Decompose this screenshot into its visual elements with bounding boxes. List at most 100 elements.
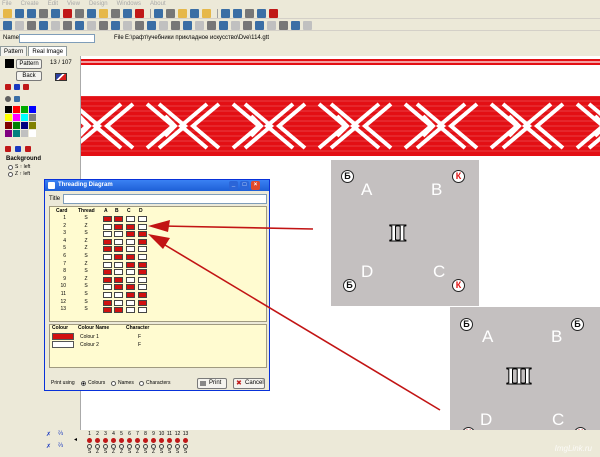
tool-icon-10[interactable] [111,20,120,30]
strip-thread-letter[interactable]: S [86,449,93,455]
palette-color-10[interactable] [13,122,20,129]
palette-icon[interactable] [14,96,20,102]
hole-b[interactable] [114,261,123,268]
hole-b[interactable] [114,269,123,276]
opt-colours-radio[interactable] [81,380,86,386]
tool-icon-24[interactable] [279,20,288,30]
strip-colour-dot[interactable] [103,438,108,443]
hole-a[interactable] [103,292,112,298]
hole-a[interactable] [103,299,112,306]
palette-color-13[interactable] [5,130,12,137]
cancel-button[interactable]: ✖ Cancel [233,378,265,389]
swap-blue-icon[interactable] [14,84,20,90]
hole-c[interactable] [126,254,135,260]
strip-thread-letter[interactable]: S [158,449,165,455]
hole-a[interactable] [103,216,112,222]
hole-d[interactable] [138,284,147,291]
swap-red-icon[interactable] [5,84,11,90]
strip-thread-letter[interactable]: Z [118,449,125,455]
hole-d[interactable] [138,261,147,268]
hole-a[interactable] [103,238,112,245]
strip-colour-dot[interactable] [175,438,180,443]
print-icon[interactable] [51,8,60,18]
palette-color-8[interactable] [29,114,36,121]
back-button[interactable]: Back [16,71,42,81]
flag-icon[interactable] [202,8,211,18]
undo-icon[interactable] [111,8,120,18]
hole-b[interactable] [114,276,123,283]
flag-icon[interactable] [55,73,67,81]
radio-z-left[interactable]: Z ↑ left [8,171,30,177]
hole-d[interactable] [138,307,147,314]
menu-item-edit[interactable]: Edit [48,0,58,8]
new-icon[interactable] [3,8,12,18]
help-icon[interactable] [233,8,242,18]
palette-color-3[interactable] [21,106,28,113]
menu-item-file[interactable]: File [2,0,12,8]
hole-d[interactable] [138,231,147,238]
tool-icon-7[interactable] [75,20,84,30]
cut-icon[interactable] [63,8,72,18]
tool-icon-4[interactable] [39,20,48,30]
hole-c[interactable] [126,246,135,253]
palette-color-12[interactable] [29,122,36,129]
print-button[interactable]: Print [197,378,227,389]
hole-c[interactable] [126,231,135,238]
palette-color-6[interactable] [13,114,20,121]
palette-color-9[interactable] [5,122,12,129]
opt-names[interactable]: Names [111,380,134,386]
radio-z-left-dot[interactable] [8,171,13,177]
tool-icon-1[interactable] [3,20,12,30]
menu-item-windows[interactable]: Windows [117,0,141,8]
tool-icon-9[interactable] [99,20,108,30]
hole-d[interactable] [138,246,147,253]
close-icon[interactable]: × [251,181,260,190]
radio-s-left[interactable]: S ↑ left [8,164,30,170]
title-input[interactable] [63,194,267,204]
tool-icon-16[interactable] [183,20,192,30]
strip-colour-dot[interactable] [183,438,188,443]
tool-icon-3[interactable] [27,20,36,30]
palette-color-2[interactable] [13,106,20,113]
swap-alt-icon[interactable] [23,84,29,90]
tool-icon-21[interactable] [243,20,252,30]
hole-c[interactable] [126,292,135,298]
hole-a[interactable] [103,284,112,291]
opt-characters[interactable]: Characters [139,380,170,386]
clipboard-icon[interactable] [99,8,108,18]
zoom-out-icon[interactable] [166,8,175,18]
gear-icon[interactable] [5,96,11,102]
tool-icon-11[interactable] [123,20,132,30]
hole-d[interactable] [138,269,147,276]
rotate-left-icon[interactable] [5,146,11,152]
current-color-swatch[interactable] [5,59,14,68]
tab-real-image[interactable]: Real Image [28,46,68,56]
tool-icon-23[interactable] [267,20,276,30]
hole-b[interactable] [114,231,123,238]
refresh-icon[interactable] [190,8,199,18]
strip-thread-letter[interactable]: S [142,449,149,455]
strip-colour-dot[interactable] [151,438,156,443]
menu-item-about[interactable]: About [150,0,166,8]
strip-thread-letter[interactable]: Z [134,449,141,455]
undo-red-icon[interactable] [269,8,278,18]
strip-thread-letter[interactable]: S [166,449,173,455]
tool-icon-20[interactable] [231,20,240,30]
tool-icon-18[interactable] [207,20,216,30]
tool-icon-26[interactable] [303,20,312,30]
tool-icon-15[interactable] [171,20,180,30]
hole-c[interactable] [126,216,135,222]
hole-d[interactable] [138,216,147,222]
palette-color-7[interactable] [21,114,28,121]
hole-b[interactable] [114,246,123,253]
hole-b[interactable] [114,284,123,291]
strip-thread-letter[interactable]: S [174,449,181,455]
radio-s-left-dot[interactable] [8,164,13,170]
hole-b[interactable] [114,223,123,230]
palette-color-4[interactable] [29,106,36,113]
scroll-left-icon[interactable]: ◂ [74,436,77,443]
hole-d[interactable] [138,223,147,230]
hole-a[interactable] [103,307,112,314]
hole-a[interactable] [103,254,112,260]
strip-colour-dot[interactable] [167,438,172,443]
